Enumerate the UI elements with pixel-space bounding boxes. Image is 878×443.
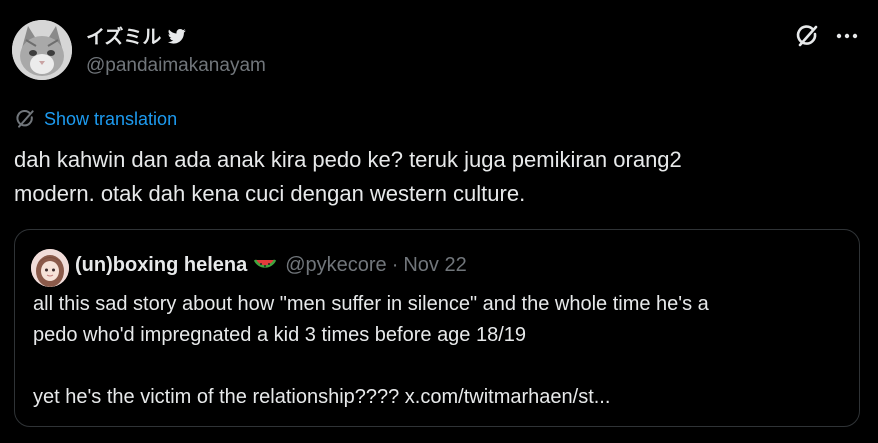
- tweet-text-line: dah kahwin dan ada anak kira pedo ke? te…: [14, 147, 682, 172]
- quote-separator: ·: [391, 254, 399, 276]
- tweet-text: dah kahwin dan ada anak kira pedo ke? te…: [14, 143, 864, 211]
- quote-text: all this sad story about how "men suffer…: [33, 289, 843, 413]
- tweet-text-line: modern. otak dah kena cuci dengan wester…: [14, 181, 526, 206]
- show-translation-link[interactable]: Show translation: [14, 108, 177, 130]
- quote-text-line: all this sad story about how "men suffer…: [33, 293, 709, 315]
- quoted-tweet-card[interactable]: (un)boxing helena @pykecore · Nov 22 all…: [14, 229, 860, 427]
- quote-header: (un)boxing helena @pykecore · Nov 22: [75, 254, 467, 277]
- author-display-name[interactable]: イズミル: [86, 22, 161, 49]
- cat-avatar-icon: [12, 20, 72, 80]
- author-handle[interactable]: @pandaimakanayam: [86, 55, 266, 77]
- author-avatar[interactable]: [12, 20, 72, 80]
- anime-avatar-icon: [31, 249, 69, 287]
- more-dots-icon[interactable]: [833, 22, 861, 50]
- quote-date[interactable]: Nov 22: [403, 254, 466, 277]
- watermelon-icon: [254, 258, 277, 268]
- show-translation-label[interactable]: Show translation: [44, 109, 177, 130]
- quote-text-line: yet he's the victim of the relationship?…: [33, 386, 611, 408]
- quote-text-line: pedo who'd impregnated a kid 3 times bef…: [33, 324, 527, 346]
- grok-icon[interactable]: [793, 22, 821, 50]
- quote-author-handle[interactable]: @pykecore: [285, 254, 386, 277]
- translate-icon: [16, 110, 34, 128]
- bird-icon: [168, 28, 187, 44]
- author-display-name-row[interactable]: イズミル: [86, 22, 187, 49]
- quote-text-gap: [33, 351, 843, 382]
- quote-author-avatar[interactable]: [31, 249, 69, 287]
- quote-author-display-name[interactable]: (un)boxing helena: [75, 254, 247, 277]
